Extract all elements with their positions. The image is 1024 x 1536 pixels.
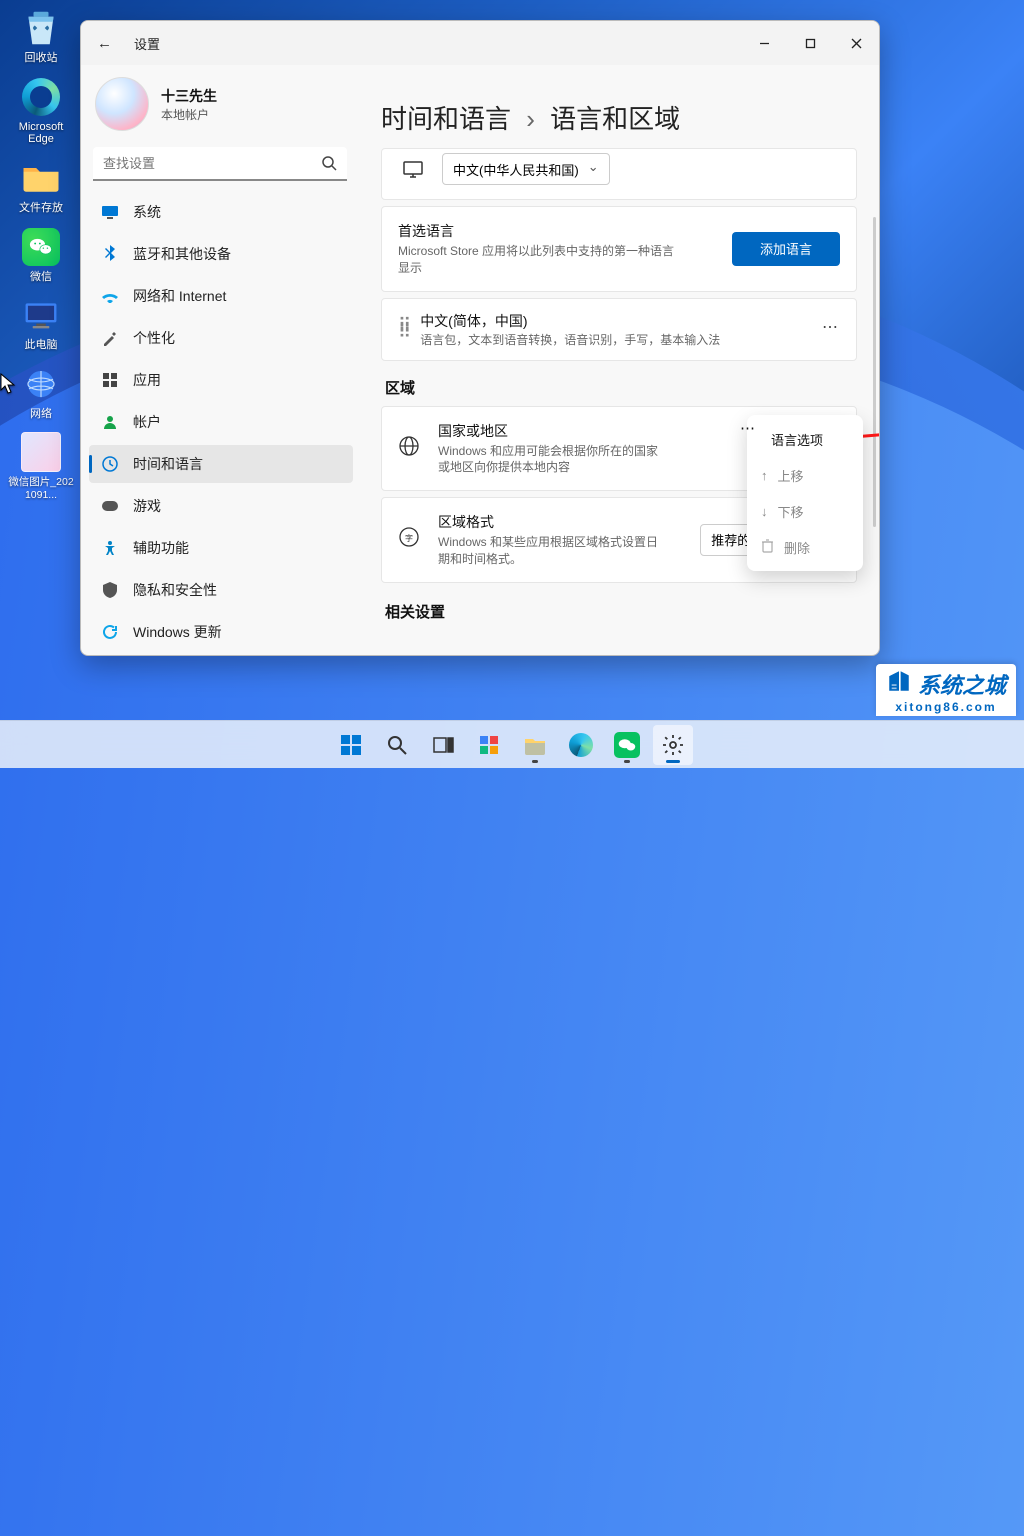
mouse-cursor (0, 373, 16, 395)
pref-lang-title: 首选语言 (398, 221, 732, 241)
nav-accounts[interactable]: 帐户 (89, 403, 353, 441)
watermark-icon (886, 668, 912, 700)
title-bar: ← 设置 (81, 21, 879, 65)
nav-apps[interactable]: 应用 (89, 361, 353, 399)
user-name: 十三先生 (161, 86, 217, 106)
search-icon (321, 155, 337, 176)
window-title: 设置 (134, 34, 160, 53)
drag-handle-icon[interactable]: ⠿⠿ (398, 322, 404, 336)
avatar (95, 77, 149, 131)
image-file-icon[interactable]: 微信图片_2021091... (6, 430, 76, 500)
breadcrumb: 时间和语言 › 语言和区域 (381, 99, 857, 136)
display-language-dropdown[interactable]: 中文(中华人民共和国) (442, 153, 610, 185)
nav-bluetooth[interactable]: 蓝牙和其他设备 (89, 235, 353, 273)
task-view-icon[interactable] (423, 725, 463, 765)
language-name: 中文(简体，中国) (420, 311, 720, 331)
menu-move-up[interactable]: ↑ 上移 (753, 457, 857, 493)
nav-network[interactable]: 网络和 Internet (89, 277, 353, 315)
breadcrumb-current: 语言和区域 (550, 104, 680, 134)
nav-personalize[interactable]: 个性化 (89, 319, 353, 357)
user-sub: 本地帐户 (161, 106, 217, 123)
add-language-button[interactable]: 添加语言 (732, 232, 840, 266)
start-button[interactable] (331, 725, 371, 765)
region-section-title: 区域 (385, 377, 853, 398)
settings-taskbar-icon[interactable] (653, 725, 693, 765)
sidebar: 十三先生 本地帐户 系统 蓝牙和其他设备 网络和 Internet 个性化 应用… (81, 65, 361, 655)
user-profile[interactable]: 十三先生 本地帐户 (89, 71, 353, 145)
watermark: 系统之城 xitong86.com (876, 664, 1016, 716)
menu-language-options[interactable]: 语言选项 (753, 421, 857, 457)
trash-icon (761, 539, 774, 556)
language-features: 语言包，文本到语音转换，语音识别，手写，基本输入法 (420, 331, 720, 348)
context-menu-trigger: ⋯ (740, 419, 757, 438)
back-button[interactable]: ← (97, 35, 112, 52)
search-taskbar-icon[interactable] (377, 725, 417, 765)
globe-icon (398, 435, 422, 462)
monitor-icon (398, 160, 428, 178)
breadcrumb-parent[interactable]: 时间和语言 (381, 104, 511, 134)
nav-system[interactable]: 系统 (89, 193, 353, 231)
more-options-button[interactable]: ⋯ (822, 317, 840, 337)
preferred-language-card: 首选语言 Microsoft Store 应用将以此列表中支持的第一种语言显示 … (381, 206, 857, 292)
wechat-icon[interactable]: 微信 (6, 225, 76, 284)
search-box[interactable] (93, 147, 347, 181)
display-language-card: 中文(中华人民共和国) (381, 148, 857, 200)
edge-icon[interactable]: Microsoft Edge (6, 75, 76, 146)
explorer-icon[interactable] (515, 725, 555, 765)
scrollbar[interactable] (873, 217, 876, 527)
svg-text:字: 字 (405, 533, 413, 543)
maximize-button[interactable] (787, 21, 833, 65)
arrow-up-icon: ↑ (761, 468, 768, 483)
language-context-menu: 语言选项 ↑ 上移 ↓ 下移 删除 (747, 415, 863, 571)
folder-icon[interactable]: 文件存放 (6, 156, 76, 215)
this-pc-icon[interactable]: 此电脑 (6, 293, 76, 352)
settings-window: ← 设置 十三先生 本地帐户 系统 (80, 20, 880, 656)
edge-taskbar-icon[interactable] (561, 725, 601, 765)
wechat-taskbar-icon[interactable] (607, 725, 647, 765)
nav-accessibility[interactable]: 辅助功能 (89, 529, 353, 567)
network-icon[interactable]: 网络 (6, 362, 76, 421)
format-icon: 字 (398, 526, 422, 553)
nav-privacy[interactable]: 隐私和安全性 (89, 571, 353, 609)
content-area: 时间和语言 › 语言和区域 中文(中华人民共和国) 首选语言 Microsoft… (361, 65, 879, 655)
close-button[interactable] (833, 21, 879, 65)
recycle-bin-icon[interactable]: 回收站 (6, 6, 76, 65)
nav-update[interactable]: Windows 更新 (89, 613, 353, 651)
search-input[interactable] (93, 147, 347, 181)
arrow-down-icon: ↓ (761, 504, 768, 519)
menu-move-down[interactable]: ↓ 下移 (753, 493, 857, 529)
minimize-button[interactable] (741, 21, 787, 65)
nav-list: 系统 蓝牙和其他设备 网络和 Internet 个性化 应用 帐户 时间和语言 … (89, 193, 353, 651)
related-settings-title: 相关设置 (385, 601, 853, 622)
nav-time-language[interactable]: 时间和语言 (89, 445, 353, 483)
pref-lang-sub: Microsoft Store 应用将以此列表中支持的第一种语言显示 (398, 243, 678, 277)
widgets-icon[interactable] (469, 725, 509, 765)
taskbar (0, 720, 1024, 768)
menu-delete[interactable]: 删除 (753, 529, 857, 565)
language-item-card[interactable]: ⠿⠿ 中文(简体，中国) 语言包，文本到语音转换，语音识别，手写，基本输入法 ⋯ (381, 298, 857, 361)
desktop-icons-column: 回收站 Microsoft Edge 文件存放 微信 此电脑 网络 微信图片_2… (6, 6, 76, 511)
nav-gaming[interactable]: 游戏 (89, 487, 353, 525)
